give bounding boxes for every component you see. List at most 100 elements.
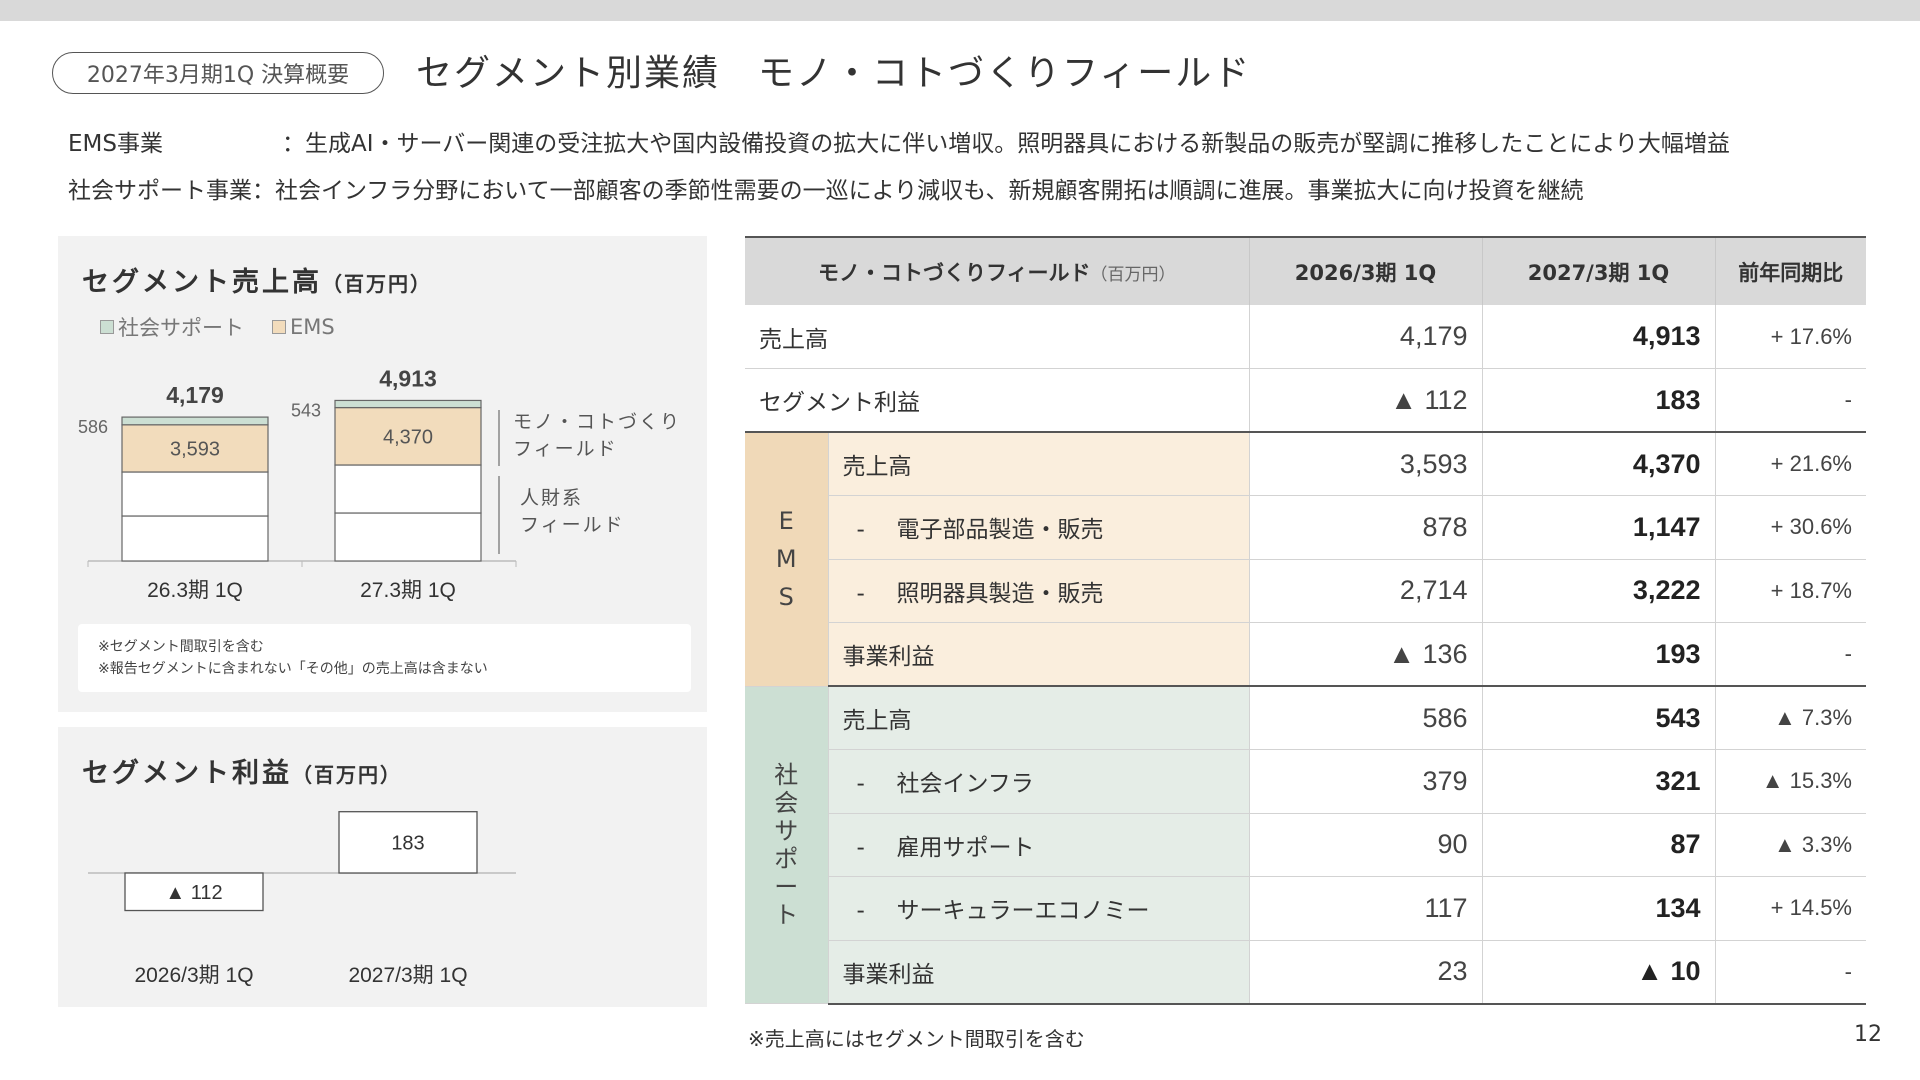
value-curr: 4,913 bbox=[1481, 305, 1715, 369]
summary-ems: EMS事業 ：生成AI・サーバー関連の受注拡大や国内設備投資の拡大に伴い増収。照… bbox=[68, 124, 1730, 158]
table-row: 売上高 4,179 4,913 + 17.6% bbox=[745, 305, 1866, 369]
profit-panel: セグメント利益（百万円） ▲ 112 2026/3期 1Q 183 2027/3期 1… bbox=[58, 727, 707, 1007]
sales-chart: 3,593 586 4,179 26.3期 1Q 4,370 543 4,913 27.3期 … bbox=[78, 365, 679, 602]
bar-segment-hr bbox=[334, 512, 482, 562]
value-yoy: + 21.6% bbox=[1714, 432, 1866, 496]
bar-label-social: 543 bbox=[291, 400, 321, 420]
row-label-text: 売上高 bbox=[842, 708, 912, 734]
value-prev: 379 bbox=[1248, 749, 1482, 814]
segment-table: モノ・コトづくりフィールド（百万円） 2026/3期 1Q 2027/3期 1Q… bbox=[745, 236, 1866, 1005]
row-label: 売上高 bbox=[827, 686, 1249, 750]
value-yoy: + 17.6% bbox=[1714, 305, 1866, 369]
value-yoy: ▲ 7.3% bbox=[1714, 686, 1866, 750]
header-field-label: モノ・コトづくりフィールド bbox=[817, 260, 1091, 285]
row-label-text: 社会インフラ bbox=[896, 771, 1034, 798]
table-row: - 社会インフラ 379 321 ▲ 15.3% bbox=[745, 749, 1866, 814]
value-yoy: ▲ 3.3% bbox=[1714, 813, 1866, 877]
sales-notes: ※セグメント間取引を含む ※報告セグメントに含まれない「その他」の売上高は含まな… bbox=[78, 624, 691, 692]
page-title: セグメント別業績 モノ・コトづくりフィールド bbox=[416, 53, 1252, 94]
summary-label: 社会サポート事業 bbox=[68, 178, 252, 204]
row-label: - 照明器具製造・販売 bbox=[827, 559, 1249, 623]
value-prev: ▲ 112 bbox=[1248, 368, 1482, 433]
bar-total-label: 4,179 bbox=[166, 382, 224, 408]
value-yoy: + 30.6% bbox=[1714, 495, 1866, 560]
bar-segment-social bbox=[334, 399, 482, 409]
row-label-text: 雇用サポート bbox=[896, 834, 1035, 861]
x-tick-label: 2026/3期 1Q bbox=[134, 964, 253, 987]
value-prev: 3,593 bbox=[1248, 432, 1482, 496]
segment-label: EMS bbox=[745, 432, 828, 687]
note-line: ※セグメント間取引を含む bbox=[98, 639, 264, 655]
segment-char: ト bbox=[774, 900, 799, 929]
header-field: モノ・コトづくりフィールド（百万円） bbox=[745, 237, 1249, 305]
table-row: - 照明器具製造・販売 2,714 3,222 + 18.7% bbox=[745, 559, 1866, 623]
table-header-row: モノ・コトづくりフィールド（百万円） 2026/3期 1Q 2027/3期 1Q… bbox=[745, 237, 1866, 305]
row-label: - 社会インフラ bbox=[827, 749, 1249, 814]
top-bar bbox=[0, 0, 1920, 21]
row-dash: - bbox=[856, 834, 865, 861]
row-label: - 電子部品製造・販売 bbox=[827, 495, 1249, 560]
bar-total-label: 4,913 bbox=[379, 365, 437, 391]
bar-label-ems: 4,370 bbox=[383, 426, 433, 448]
table-row: - 電子部品製造・販売 878 1,147 + 30.6% bbox=[745, 495, 1866, 560]
value-prev: 4,179 bbox=[1248, 305, 1482, 369]
table-row: 社会サポート売上高 586 543 ▲ 7.3% bbox=[745, 686, 1866, 1004]
summary-text: ：社会インフラ分野において一部顧客の季節性需要の一巡により減収も、新規顧客開拓は… bbox=[252, 178, 1584, 204]
profit-bar-label: ▲ 112 bbox=[165, 882, 222, 904]
summary-social: 社会サポート事業 ：社会インフラ分野において一部顧客の季節性需要の一巡により減収… bbox=[68, 171, 1583, 205]
bar-label-social: 586 bbox=[78, 417, 108, 437]
value-curr: 321 bbox=[1481, 749, 1715, 814]
row-label: セグメント利益 bbox=[745, 368, 1249, 433]
row-label-text: 事業利益 bbox=[842, 961, 935, 988]
row-label-text: 照明器具製造・販売 bbox=[896, 580, 1104, 607]
value-yoy: - bbox=[1714, 940, 1866, 1005]
group-label-hr-1: 人財系 bbox=[520, 487, 583, 509]
page-number: 12 bbox=[1854, 1022, 1882, 1047]
row-label: 事業利益 bbox=[827, 940, 1249, 1005]
sales-panel: セグメント売上高（百万円） 社会サポート EMS 3,593 586 4,179 26… bbox=[58, 236, 707, 712]
x-tick-label: 27.3期 1Q bbox=[360, 579, 456, 602]
row-dash: - bbox=[856, 898, 865, 925]
value-prev: 90 bbox=[1248, 813, 1482, 877]
row-label: - 雇用サポート bbox=[827, 813, 1249, 877]
header-yoy: 前年同期比 bbox=[1714, 237, 1866, 305]
row-label-text: サーキュラーエコノミー bbox=[896, 898, 1150, 925]
table-row: 事業利益 ▲ 136 193- bbox=[745, 622, 1866, 687]
value-yoy: ▲ 15.3% bbox=[1714, 749, 1866, 814]
value-prev: 878 bbox=[1248, 495, 1482, 560]
bar-segment-hr bbox=[334, 464, 482, 514]
row-label-text: 電子部品製造・販売 bbox=[896, 517, 1104, 544]
summary-label: EMS事業 bbox=[68, 131, 163, 157]
table-row: E M S 売上高 3,593 4,370 + 21.6% bbox=[745, 432, 1866, 687]
row-label: 事業利益 bbox=[827, 622, 1249, 687]
value-curr: ▲ 10 bbox=[1481, 940, 1715, 1005]
table-row: 事業利益 23 ▲ 10- bbox=[745, 940, 1866, 1005]
segment-label: 社会サポート bbox=[745, 686, 828, 1004]
value-curr: 3,222 bbox=[1481, 559, 1715, 623]
segment-char: ポ bbox=[774, 844, 799, 873]
profit-bar-label: 183 bbox=[391, 832, 424, 854]
value-yoy: - bbox=[1714, 368, 1866, 433]
row-label: 売上高 bbox=[827, 432, 1249, 496]
value-curr: 543 bbox=[1481, 686, 1715, 750]
value-curr: 4,370 bbox=[1481, 432, 1715, 496]
profit-chart: ▲ 112 2026/3期 1Q 183 2027/3期 1Q bbox=[88, 811, 516, 987]
segment-char: 社 bbox=[774, 760, 799, 789]
value-curr: 183 bbox=[1481, 368, 1715, 433]
table-row: - サーキュラーエコノミー 117 134 + 14.5% bbox=[745, 876, 1866, 941]
segment-char: 会 bbox=[774, 788, 799, 817]
segment-char: M bbox=[775, 545, 797, 574]
value-yoy: + 14.5% bbox=[1714, 876, 1866, 941]
x-tick-label: 2027/3期 1Q bbox=[348, 964, 467, 987]
bar-segment-hr bbox=[121, 471, 269, 517]
row-dash: - bbox=[856, 580, 865, 607]
note-line: ※報告セグメントに含まれない「その他」の売上高は含まない bbox=[98, 661, 488, 677]
segment-char: E bbox=[778, 507, 794, 536]
period-badge: 2027年3月期1Q 決算概要 bbox=[52, 52, 384, 94]
value-prev: 117 bbox=[1248, 876, 1482, 941]
x-tick-label: 26.3期 1Q bbox=[147, 579, 243, 602]
row-label-text: 売上高 bbox=[842, 454, 912, 480]
row-dash: - bbox=[856, 771, 865, 798]
value-yoy: + 18.7% bbox=[1714, 559, 1866, 623]
summary-text: ：生成AI・サーバー関連の受注拡大や国内設備投資の拡大に伴い増収。照明器具におけ… bbox=[282, 131, 1730, 157]
